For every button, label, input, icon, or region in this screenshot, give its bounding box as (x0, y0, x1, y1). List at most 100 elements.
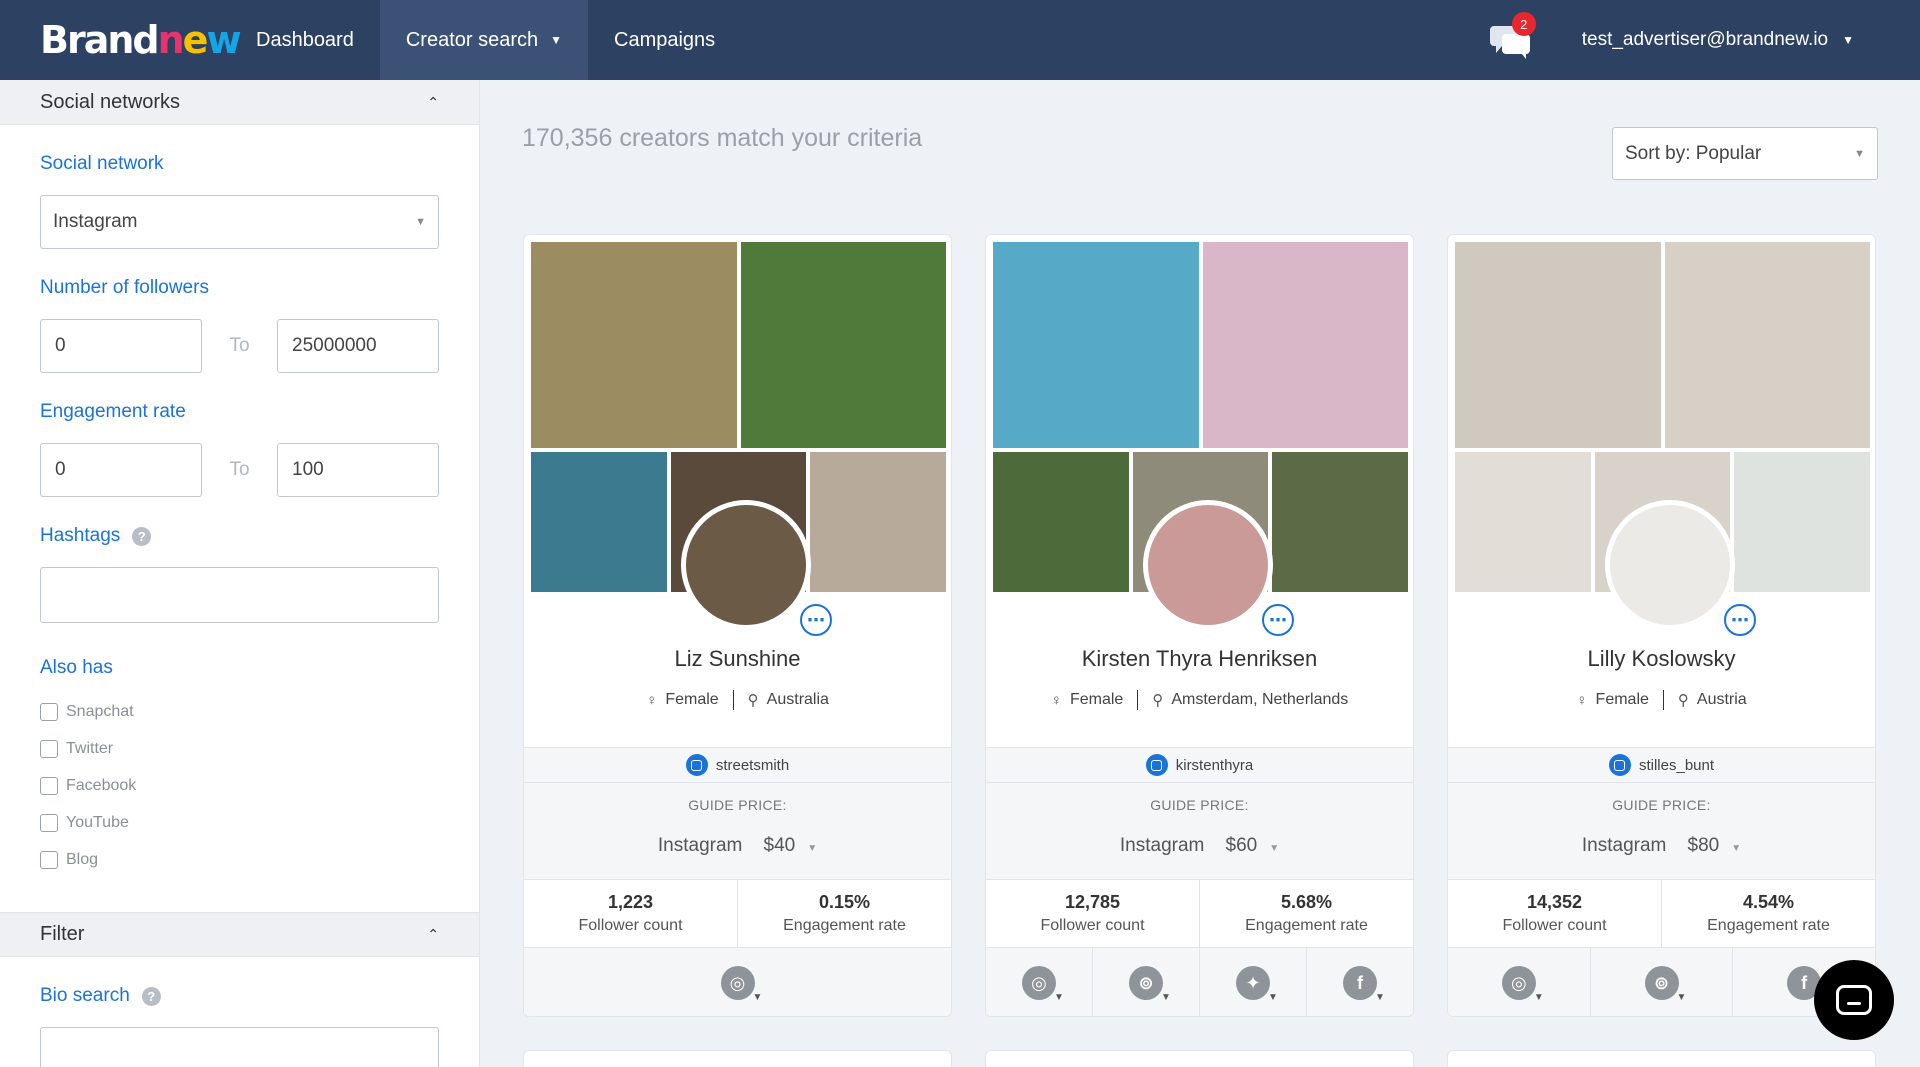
followers-min-input[interactable]: 0 (40, 319, 203, 373)
chevron-down-icon: ▼ (1161, 991, 1171, 1003)
social-link-facebook[interactable]: f ▼ (1306, 948, 1413, 1016)
chevron-down-icon: ▼ (1676, 991, 1687, 1003)
photo-grid (1455, 242, 1870, 630)
engagement-max-input[interactable]: 100 (277, 443, 440, 497)
hashtags-label-text: Hashtags (40, 525, 121, 546)
hashtags-input[interactable] (40, 567, 439, 623)
chevron-down-icon: ▼ (550, 33, 563, 47)
social-network-select[interactable]: Instagram ▼ (40, 195, 439, 249)
followers-max-input[interactable]: 25000000 (277, 319, 440, 373)
checkbox-icon (40, 776, 58, 795)
filter-section-header[interactable]: Filter ⌃ (0, 912, 479, 957)
hashtags-label: Hashtags ? (40, 525, 439, 547)
checkbox-icon (40, 739, 58, 758)
post-photo[interactable] (1272, 452, 1408, 592)
guide-price: GUIDE PRICE: Instagram $40 ▼ (524, 783, 951, 880)
post-photo[interactable] (1203, 242, 1408, 448)
social-link-instagram[interactable]: ◎ ▼ (986, 948, 1092, 1016)
price-value: $40 (763, 835, 796, 856)
checkbox-label: Twitter (66, 739, 114, 757)
post-photo[interactable] (531, 242, 737, 448)
social-link-twitter[interactable]: ✦ ▼ (1199, 948, 1306, 1016)
nav-campaigns[interactable]: Campaigns (588, 0, 741, 80)
engagement-min-input[interactable]: 0 (40, 443, 203, 497)
nav-creator-search[interactable]: Creator search ▼ (379, 0, 589, 80)
price-network: Instagram (657, 835, 743, 856)
avatar[interactable] (681, 500, 811, 630)
more-options-button[interactable]: ⋯ (1262, 604, 1294, 636)
creator-card-partial[interactable] (985, 1050, 1414, 1067)
post-photo[interactable] (993, 242, 1199, 448)
engagement-stat: 0.15% Engagement rate (737, 880, 951, 947)
divider (1662, 690, 1664, 710)
creator-location: Australia (766, 691, 829, 708)
social-networks-section-header[interactable]: Social networks ⌃ (0, 80, 479, 125)
engagement-stat: 5.68% Engagement rate (1199, 880, 1413, 947)
post-photo[interactable] (810, 452, 946, 592)
creator-card[interactable]: ⋯ Kirsten Thyra Henriksen ♀ Female ⚲ Ams… (985, 234, 1414, 1017)
creator-name[interactable]: Liz Sunshine (524, 646, 951, 672)
brandnew-logo[interactable]: Brandnew (40, 18, 242, 62)
nav-dashboard-label: Dashboard (256, 28, 354, 51)
checkbox-facebook[interactable]: Facebook (40, 767, 439, 804)
post-photo[interactable] (993, 452, 1129, 592)
checkbox-blog[interactable]: Blog (40, 841, 439, 878)
post-photo[interactable] (741, 242, 946, 448)
bio-search-input[interactable] (40, 1027, 439, 1067)
engagement-rate-label: Engagement rate (1245, 917, 1368, 934)
more-options-button[interactable]: ⋯ (800, 604, 832, 636)
divider (732, 690, 734, 710)
post-photo[interactable] (1455, 452, 1591, 592)
gender-icon: ♀ (646, 691, 658, 709)
more-options-button[interactable]: ⋯ (1724, 604, 1756, 636)
creator-card-partial[interactable] (1447, 1050, 1876, 1067)
guide-price-select[interactable]: Instagram $40 ▼ (524, 835, 951, 857)
checkbox-youtube[interactable]: YouTube (40, 804, 439, 841)
engagement-rate: 4.54% (1742, 892, 1795, 912)
creator-card[interactable]: ⋯ Liz Sunshine ♀ Female ⚲ Australia stre… (523, 234, 952, 1017)
guide-price-select[interactable]: Instagram $60 ▼ (986, 835, 1413, 857)
guide-price-select[interactable]: Instagram $80 ▼ (1448, 835, 1875, 857)
follower-count-label: Follower count (1502, 917, 1607, 934)
checkbox-label: Blog (66, 850, 99, 868)
post-photo[interactable] (531, 452, 667, 592)
range-to-label: To (229, 335, 250, 356)
location-pin-icon: ⚲ (1152, 692, 1164, 709)
social-link-instagram[interactable]: ◎ ▼ (1448, 948, 1590, 1016)
creator-handle: streetsmith (715, 756, 790, 774)
social-link-instagram[interactable]: ◎ ▼ (524, 948, 951, 1016)
post-photo[interactable] (1734, 452, 1870, 592)
creator-handle-row[interactable]: kirstenthyra (986, 747, 1413, 783)
creator-meta: ♀ Female ⚲ Austria (1448, 690, 1875, 710)
help-icon[interactable]: ? (132, 526, 152, 546)
avatar[interactable] (1143, 500, 1273, 630)
instagram-icon: ◎ (1501, 966, 1536, 1000)
social-link-rss[interactable]: ⊚ ▼ (1092, 948, 1199, 1016)
avatar[interactable] (1605, 500, 1735, 630)
checkbox-snapchat[interactable]: Snapchat (40, 693, 439, 730)
bio-search-label: Bio search ? (40, 985, 439, 1007)
dropdown-arrow-icon: ▼ (1269, 843, 1280, 854)
nav-dashboard[interactable]: Dashboard (230, 0, 380, 80)
post-photo[interactable] (1455, 242, 1661, 448)
follower-count: 1,223 (607, 892, 654, 912)
creator-handle-row[interactable]: stilles_bunt (1448, 747, 1875, 783)
social-link-rss[interactable]: ⊚ ▼ (1589, 948, 1733, 1016)
checkbox-label: YouTube (66, 813, 129, 831)
instagram-icon (685, 754, 708, 776)
creator-handle-row[interactable]: streetsmith (524, 747, 951, 783)
gender-icon: ♀ (1050, 691, 1062, 709)
messages-button[interactable]: 2 (1488, 12, 1536, 60)
support-chat-button[interactable] (1814, 960, 1894, 1040)
social-links: ◎ ▼ ⊚ ▼ ✦ ▼ f ▼ (986, 948, 1413, 1016)
creator-card-partial[interactable] (523, 1050, 952, 1067)
sort-select[interactable]: Sort by: Popular ▼ (1612, 127, 1878, 180)
user-menu[interactable]: test_advertiser@brandnew.io ▼ (1582, 29, 1854, 51)
creator-card[interactable]: ⋯ Lilly Koslowsky ♀ Female ⚲ Austria sti… (1447, 234, 1876, 1017)
post-photo[interactable] (1665, 242, 1870, 448)
creator-name[interactable]: Kirsten Thyra Henriksen (986, 646, 1413, 672)
checkbox-twitter[interactable]: Twitter (40, 730, 439, 767)
social-network-label: Social network (40, 153, 164, 174)
creator-name[interactable]: Lilly Koslowsky (1448, 646, 1875, 672)
help-icon[interactable]: ? (141, 986, 161, 1006)
